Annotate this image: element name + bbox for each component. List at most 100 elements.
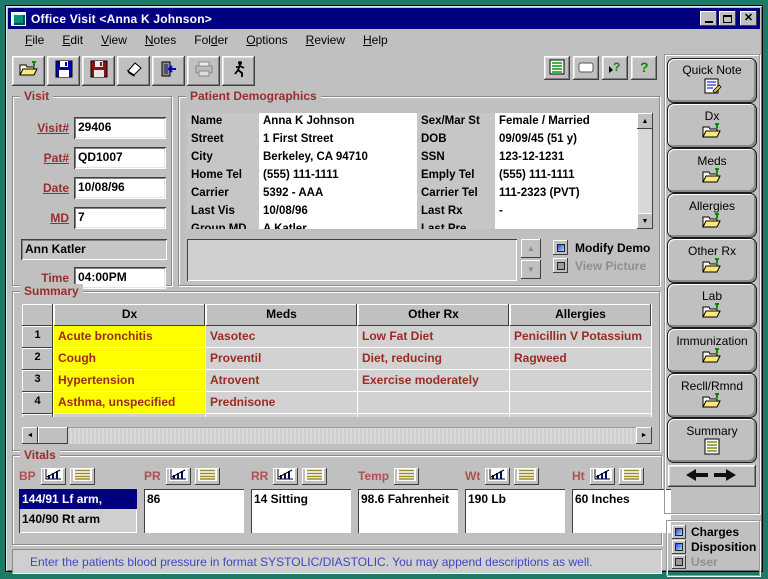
toolbar-help-icon[interactable]: ? [631, 56, 657, 80]
toolbar-running-man-icon[interactable] [222, 56, 255, 86]
maximize-button[interactable] [719, 11, 736, 26]
list-lines-icon [622, 468, 641, 484]
toolbar-save-red-floppy-icon[interactable] [82, 56, 115, 86]
sidebar-allergies-button[interactable]: Allergies [667, 193, 757, 238]
toolbar-list-green-icon[interactable] [544, 56, 570, 80]
disposition-button[interactable]: Disposition [672, 540, 759, 554]
toolbar-card-icon[interactable] [573, 56, 599, 80]
vital-wt: Wt190 Lb [465, 466, 565, 533]
visit-panel-title: Visit [20, 89, 53, 103]
toolbar-save-floppy-icon[interactable] [47, 56, 80, 86]
list-lines-icon [517, 468, 536, 484]
sidebar-recll-rmnd-button[interactable]: Recll/Rmnd [667, 373, 757, 418]
spinner-down-icon[interactable]: ▼ [521, 260, 541, 279]
toolbar-help-pointer-icon[interactable]: ? [602, 56, 628, 80]
scroll-right-icon[interactable]: ► [636, 427, 652, 444]
title-bar: Office Visit <Anna K Johnson> ✕ [8, 8, 760, 29]
toolbar-exit-door-icon[interactable] [152, 56, 185, 86]
sidebar-meds-button[interactable]: Meds [667, 148, 757, 193]
vital-wt-input[interactable]: 190 Lb [465, 489, 565, 533]
modify-demo-icon[interactable] [553, 240, 568, 255]
summary-row[interactable]: 1Acute bronchitisVasotecLow Fat DietPeni… [22, 326, 652, 348]
close-button[interactable]: ✕ [740, 11, 757, 26]
scroll-thumb[interactable] [38, 427, 68, 444]
menu-bar: FileEditViewNotesFolderOptionsReviewHelp [8, 29, 760, 51]
menu-file[interactable]: File [16, 31, 53, 49]
sidebar-prev-next-button[interactable] [668, 465, 756, 487]
menu-folder[interactable]: Folder [185, 31, 237, 49]
time-input[interactable]: 04:00PM [74, 267, 166, 289]
vital-ht-input[interactable]: 60 Inches [572, 489, 671, 533]
disposition-icon[interactable] [672, 540, 686, 554]
sidebar-summary-button[interactable]: Summary [667, 418, 757, 463]
temp-list-button[interactable] [394, 468, 419, 485]
vital-rr-input[interactable]: 14 Sitting [251, 489, 351, 533]
demographics-table: NameAnna K JohnsonSex/Mar StFemale / Mar… [187, 113, 653, 229]
vital-bp-label: BP [19, 469, 36, 483]
toolbar [12, 52, 572, 89]
visit-visit-input[interactable]: 29406 [74, 117, 166, 139]
rr-graph-button[interactable] [273, 468, 298, 485]
sidebar-dx-button[interactable]: Dx [667, 103, 757, 148]
toolbar-printer-icon[interactable] [187, 56, 220, 86]
visit-pat-input[interactable]: QD1007 [74, 147, 166, 169]
summary-row[interactable]: 3HypertensionAtroventExercise moderately… [22, 370, 652, 392]
wt-graph-button[interactable] [485, 468, 510, 485]
demographics-scrollbar[interactable]: ▲ ▼ [637, 113, 653, 229]
vital-rr: RR14 Sitting [251, 466, 351, 533]
pr-list-button[interactable] [195, 468, 220, 485]
demographics-notes[interactable] [187, 239, 517, 281]
app-icon [11, 12, 26, 26]
visit-date-input[interactable]: 10/08/96 [74, 177, 166, 199]
charges-icon[interactable] [672, 525, 686, 539]
wt-list-button[interactable] [514, 468, 539, 485]
menu-options[interactable]: Options [237, 31, 296, 49]
menu-help[interactable]: Help [354, 31, 397, 49]
scroll-down-icon[interactable]: ▼ [637, 213, 653, 229]
graph-icon [488, 468, 507, 484]
menu-edit[interactable]: Edit [53, 31, 92, 49]
view-picture-label: View Picture [575, 259, 646, 273]
spinner-up-icon[interactable]: ▲ [521, 239, 541, 258]
summary-row[interactable]: 4Asthma, unspecifiedPrednisone [22, 392, 652, 414]
scroll-left-icon[interactable]: ◄ [22, 427, 38, 444]
summary-hscrollbar[interactable]: ◄ ► [22, 427, 652, 444]
running-man-icon [231, 60, 247, 81]
rr-list-button[interactable] [302, 468, 327, 485]
sidebar-quick-note-button[interactable]: Quick Note [667, 58, 757, 103]
modify-demo-button[interactable]: Modify Demo [553, 240, 650, 255]
ht-graph-button[interactable] [590, 468, 615, 485]
menu-notes[interactable]: Notes [136, 31, 185, 49]
visit-panel: Visit Visit#29406Pat#QD1007Date10/08/96M… [12, 96, 172, 286]
vital-ht-label: Ht [572, 469, 585, 483]
bp-list-button[interactable] [70, 468, 95, 485]
help-icon: ? [635, 59, 653, 78]
sidebar-other-rx-button[interactable]: Other Rx [667, 238, 757, 283]
visit-md-input[interactable]: 7 [74, 207, 166, 229]
vital-temp-input[interactable]: 98.6 Fahrenheit [358, 489, 458, 533]
toolbar-open-folder-icon[interactable] [12, 56, 45, 86]
note-icon [702, 77, 722, 98]
summary-row[interactable]: 2CoughProventilDiet, reducingRagweedE [22, 348, 652, 370]
menu-view[interactable]: View [92, 31, 136, 49]
sidebar-immunization-button[interactable]: Immunization [667, 328, 757, 373]
vital-pr-input[interactable]: 86 [144, 489, 244, 533]
charges-button[interactable]: Charges [672, 525, 759, 539]
open-folder-icon [702, 303, 722, 322]
open-folder-icon [19, 61, 39, 80]
minimize-button[interactable] [700, 11, 717, 26]
scroll-up-icon[interactable]: ▲ [637, 113, 653, 129]
graph-icon [593, 468, 612, 484]
menu-review[interactable]: Review [297, 31, 354, 49]
pr-graph-button[interactable] [166, 468, 191, 485]
open-folder-icon [702, 348, 722, 367]
bp-graph-button[interactable] [41, 468, 66, 485]
demographics-row: Group MDA KatlerLast Pre [187, 221, 653, 229]
sidebar-lab-button[interactable]: Lab [667, 283, 757, 328]
summary-title: Summary [20, 284, 83, 298]
vital-bp-input[interactable]: 144/91 Lf arm,140/90 Rt arm [19, 489, 137, 533]
graph-icon [169, 468, 188, 484]
toolbar-eraser-icon[interactable] [117, 56, 150, 86]
ht-list-button[interactable] [619, 468, 644, 485]
sidebar: Quick NoteDxMedsAllergiesOther RxLabImmu… [664, 54, 760, 514]
